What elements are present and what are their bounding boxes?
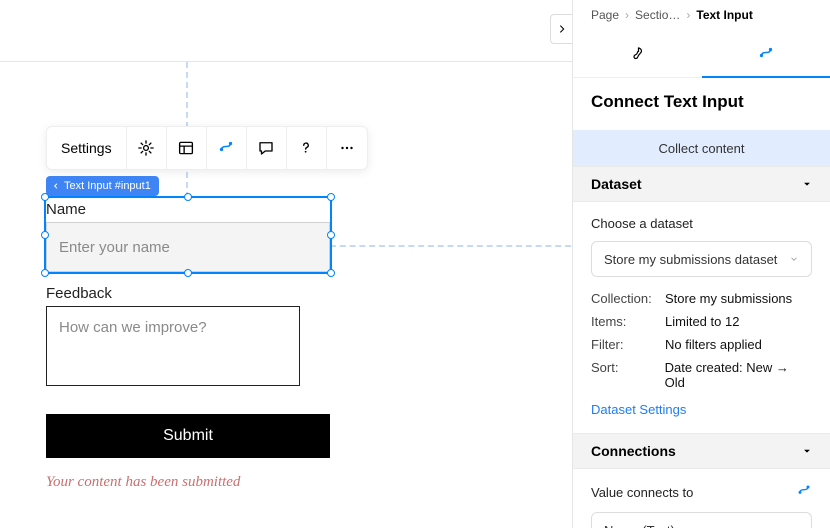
layout-button[interactable]	[167, 127, 207, 169]
info-sort-value: Date created: New → Old	[665, 360, 812, 390]
gear-icon	[137, 139, 155, 157]
resize-handle-ne[interactable]	[327, 193, 335, 201]
dataset-accordion[interactable]: Dataset	[573, 166, 830, 202]
brush-icon	[628, 45, 646, 63]
connect-icon	[217, 139, 235, 157]
info-sort: Sort: Date created: New → Old	[591, 360, 812, 390]
feedback-placeholder: How can we improve?	[59, 319, 207, 336]
dataset-select[interactable]: Store my submissions dataset	[591, 241, 812, 277]
info-collection: Collection: Store my submissions	[591, 291, 812, 306]
breadcrumb-separator: ›	[625, 8, 629, 22]
comment-icon	[257, 139, 275, 157]
breadcrumb-section[interactable]: Sectio…	[635, 8, 680, 22]
info-items-key: Items:	[591, 314, 665, 329]
name-label: Name	[46, 201, 86, 218]
chevron-down-icon	[789, 254, 799, 264]
dataset-section: Choose a dataset Store my submissions da…	[573, 202, 830, 433]
more-button[interactable]	[327, 127, 367, 169]
more-icon	[338, 139, 356, 157]
info-items-value: Limited to 12	[665, 314, 739, 329]
caret-down-icon	[802, 446, 812, 456]
connect-icon	[796, 483, 812, 499]
dataset-select-value: Store my submissions dataset	[604, 252, 777, 267]
breadcrumb: Page › Sectio… › Text Input	[573, 0, 830, 30]
info-sort-key: Sort:	[591, 360, 665, 390]
chevron-right-icon	[557, 24, 567, 34]
submit-button[interactable]: Submit	[46, 414, 330, 458]
info-filter-value: No filters applied	[665, 337, 762, 352]
submit-status-text: Your content has been submitted	[46, 474, 240, 491]
connect-data-button[interactable]	[207, 127, 247, 169]
editor-canvas: Settings Text Input #input1 Name Enter y…	[0, 0, 572, 528]
info-collection-key: Collection:	[591, 291, 665, 306]
horizontal-guide-line	[330, 245, 571, 247]
element-toolbar: Settings	[46, 126, 368, 170]
element-tag[interactable]: Text Input #input1	[46, 176, 159, 196]
value-connects-label: Value connects to	[591, 485, 693, 500]
info-collection-value: Store my submissions	[665, 291, 792, 306]
canvas-top-bar	[0, 0, 572, 62]
connections-section: Value connects to Name (Text)	[573, 469, 830, 528]
breadcrumb-separator: ›	[686, 8, 690, 22]
inspector-panel: Page › Sectio… › Text Input Connect Text…	[572, 0, 830, 528]
element-tag-label: Text Input #input1	[64, 180, 151, 192]
info-filter-key: Filter:	[591, 337, 665, 352]
help-button[interactable]	[287, 127, 327, 169]
dataset-settings-link[interactable]: Dataset Settings	[591, 402, 686, 417]
help-icon	[297, 139, 315, 157]
dataset-accordion-label: Dataset	[591, 176, 642, 192]
value-field-select-value: Name (Text)	[604, 523, 675, 528]
caret-down-icon	[802, 179, 812, 189]
value-field-select[interactable]: Name (Text)	[591, 512, 812, 528]
panel-collapse-button[interactable]	[550, 14, 572, 44]
comment-button[interactable]	[247, 127, 287, 169]
connections-accordion[interactable]: Connections	[573, 433, 830, 469]
settings-button[interactable]: Settings	[47, 127, 127, 169]
connections-accordion-label: Connections	[591, 443, 676, 459]
info-filter: Filter: No filters applied	[591, 337, 812, 352]
breadcrumb-current: Text Input	[696, 8, 752, 22]
feedback-textarea[interactable]: How can we improve?	[46, 306, 300, 386]
feedback-label: Feedback	[46, 285, 112, 302]
name-input-placeholder: Enter your name	[59, 239, 170, 256]
layout-icon	[177, 139, 195, 157]
name-input[interactable]: Enter your name	[46, 222, 330, 272]
info-items: Items: Limited to 12	[591, 314, 812, 329]
tab-design[interactable]	[573, 30, 702, 77]
gear-button[interactable]	[127, 127, 167, 169]
connection-indicator[interactable]	[796, 483, 812, 502]
panel-title: Connect Text Input	[573, 78, 830, 130]
panel-tabs	[573, 30, 830, 78]
breadcrumb-page[interactable]: Page	[591, 8, 619, 22]
choose-dataset-label: Choose a dataset	[591, 216, 812, 231]
chevron-left-icon	[52, 182, 60, 190]
collect-content-banner[interactable]: Collect content	[573, 130, 830, 166]
tab-connect[interactable]	[702, 30, 830, 77]
connect-icon	[757, 45, 775, 63]
